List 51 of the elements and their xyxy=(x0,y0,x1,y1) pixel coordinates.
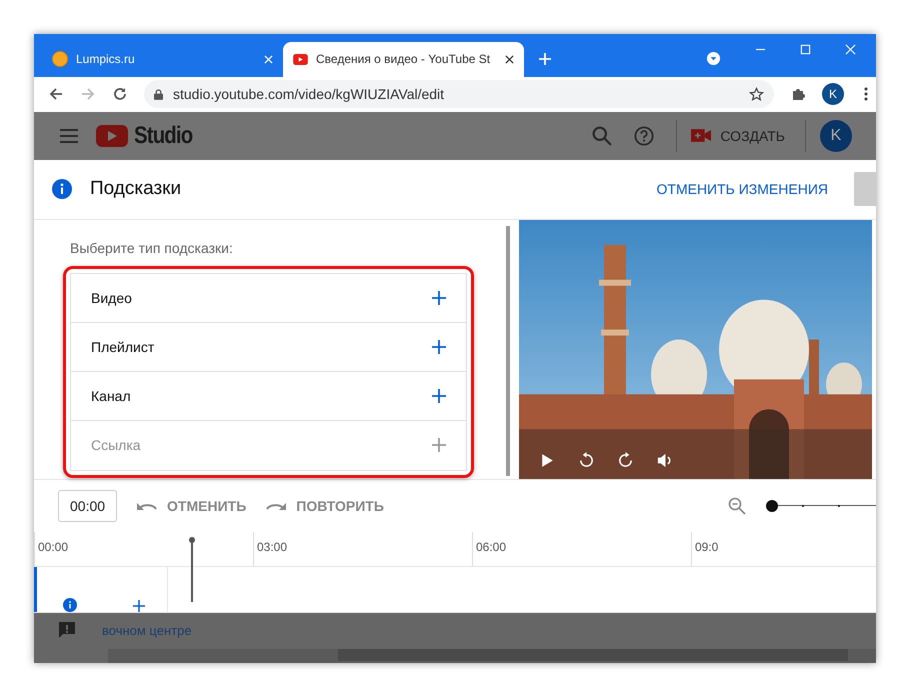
hint-type-option[interactable]: Плейлист xyxy=(71,322,466,372)
plus-icon xyxy=(432,438,446,452)
address-bar[interactable]: studio.youtube.com/video/kgWIUZIAVal/edit xyxy=(144,80,774,108)
star-icon[interactable] xyxy=(749,86,764,102)
browser-tab[interactable]: Сведения о видео - YouTube St xyxy=(283,42,524,77)
profile-avatar[interactable]: K xyxy=(822,83,844,106)
lock-icon xyxy=(154,88,163,100)
video-camera-icon xyxy=(691,129,712,142)
plus-icon xyxy=(432,340,446,354)
time-tick-label: 03:00 xyxy=(257,540,288,554)
reload-icon[interactable] xyxy=(112,86,128,102)
play-logo-icon xyxy=(96,124,128,147)
scrollbar[interactable] xyxy=(506,226,510,476)
dropdown-icon[interactable] xyxy=(706,50,721,66)
dialog-title: Подсказки xyxy=(90,178,182,200)
volume-icon[interactable] xyxy=(656,452,673,469)
time-field[interactable]: 00:00 xyxy=(58,490,118,522)
undo-button[interactable]: ОТМЕНИТЬ xyxy=(137,498,246,514)
discard-changes-button[interactable]: ОТМЕНИТЬ ИЗМЕНЕНИЯ xyxy=(650,180,834,198)
hint-type-option[interactable]: Видео xyxy=(71,274,466,323)
zoom-out-icon[interactable] xyxy=(728,496,746,515)
rewind-icon[interactable] xyxy=(578,452,595,469)
play-logo-icon xyxy=(293,54,308,65)
info-icon xyxy=(52,179,72,200)
search-icon[interactable] xyxy=(592,126,612,146)
browser-tab[interactable]: Lumpics.ru xyxy=(42,42,283,77)
logo-text: Studio xyxy=(134,122,192,150)
profile-avatar[interactable]: K xyxy=(820,120,852,152)
back-arrow-icon[interactable] xyxy=(48,86,64,102)
prompt-text: Выберите тип подсказки: xyxy=(70,240,234,256)
background-text: вочном центре xyxy=(102,622,192,638)
maximize-icon[interactable] xyxy=(800,44,811,55)
plus-icon[interactable] xyxy=(132,600,146,612)
feedback-icon xyxy=(58,621,76,639)
plus-icon xyxy=(432,290,446,305)
close-icon[interactable] xyxy=(505,54,514,64)
site-favicon-icon xyxy=(52,51,68,68)
time-tick-label: 09:0 xyxy=(695,540,718,554)
url-text: studio.youtube.com/video/kgWIUZIAVal/edit xyxy=(173,86,446,102)
plus-icon xyxy=(432,388,446,403)
more-icon[interactable] xyxy=(864,86,868,102)
scrollbar[interactable] xyxy=(108,649,876,663)
time-tick-label: 00:00 xyxy=(38,540,68,554)
puzzle-icon[interactable] xyxy=(790,86,806,102)
redo-button[interactable]: ПОВТОРИТЬ xyxy=(266,498,384,514)
time-tick-label: 06:00 xyxy=(476,540,506,554)
slider-thumb[interactable] xyxy=(766,500,778,512)
fast-forward-icon[interactable] xyxy=(616,452,634,469)
menu-icon[interactable] xyxy=(60,128,78,143)
hint-type-option[interactable]: Канал xyxy=(71,372,466,421)
help-icon[interactable] xyxy=(634,126,654,146)
